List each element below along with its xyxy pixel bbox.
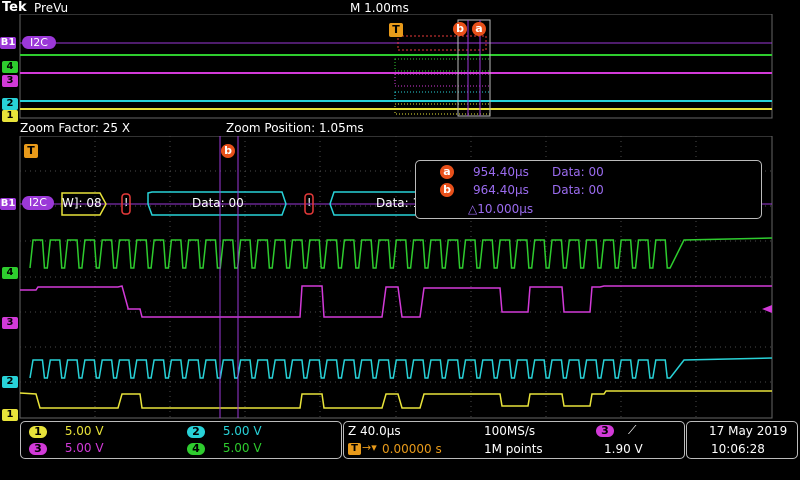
readout-cursor-b-time: 964.40µs <box>473 183 529 197</box>
datetime-panel[interactable]: 17 May 2019 10:06:28 <box>686 421 798 459</box>
overview-ch2-marker[interactable]: 2 <box>2 98 18 110</box>
ch1-scale[interactable]: 1 5.00 V <box>29 424 104 438</box>
overview-ch4-marker[interactable]: 4 <box>2 61 18 73</box>
overview-ch3-marker[interactable]: 3 <box>2 75 18 87</box>
timebase-readout: M 1.00ms <box>350 1 409 15</box>
zoom-ch4-marker[interactable]: 4 <box>2 267 18 279</box>
zoom-bus-label: I2C <box>22 196 54 210</box>
readout-cursor-b-icon: b <box>440 183 454 197</box>
zoom-packet-error-2: ! <box>307 196 312 209</box>
date-readout: 17 May 2019 <box>709 424 788 438</box>
zoom-ch3-marker[interactable]: 3 <box>2 317 18 329</box>
zoom-packet-data-2: Data: 1 <box>376 196 421 210</box>
ch3-icon: 3 <box>29 443 47 455</box>
overview-bus-channel-chip[interactable]: B1 <box>0 37 16 49</box>
overview-cursor-b-marker[interactable]: b <box>453 22 467 36</box>
overview-trigger-marker[interactable]: T <box>389 23 403 37</box>
ch3-scale-value: 5.00 V <box>64 441 104 455</box>
trigger-delay: 0.00000 s <box>382 442 442 456</box>
trigger-level: 1.90 V <box>604 442 643 456</box>
readout-cursor-a-icon: a <box>440 165 454 179</box>
mode-label: PreVu <box>34 1 69 15</box>
trigger-source-icon: 3 <box>596 425 614 437</box>
overview-cursor-a-marker[interactable]: a <box>472 22 486 36</box>
time-readout: 10:06:28 <box>711 442 765 456</box>
readout-delta-time: △10.000µs <box>468 202 534 216</box>
zoom-packet-error-1: ! <box>124 196 129 209</box>
brand-logo: Tek <box>2 0 27 15</box>
channel-scales-panel[interactable]: 1 5.00 V 2 5.00 V 3 5.00 V 4 5.00 V <box>20 421 342 459</box>
zoom-position: Zoom Position: 1.05ms <box>226 121 364 135</box>
readout-cursor-a-time: 954.40µs <box>473 165 529 179</box>
zoom-ch1-marker[interactable]: 1 <box>2 409 18 421</box>
acquisition-panel[interactable]: Z 40.0µs 100MS/s T →▾ 0.00000 s 1M point… <box>343 421 685 459</box>
cursor-readout-panel[interactable]: a 954.40µs Data: 00 b 964.40µs Data: 00 … <box>415 160 762 219</box>
zoom-time-per-div: Z 40.0µs <box>348 424 401 438</box>
zoom-packet-address: W]: 08 <box>62 196 102 210</box>
trigger-slope-icon: ⟋ <box>628 423 637 437</box>
ch2-icon: 2 <box>187 426 205 438</box>
ch3-scale[interactable]: 3 5.00 V <box>29 441 104 455</box>
record-length: 1M points <box>484 442 543 456</box>
ch1-scale-value: 5.00 V <box>64 424 104 438</box>
sample-rate: 100MS/s <box>484 424 536 438</box>
zoom-cursor-b-marker[interactable]: b <box>221 144 235 158</box>
zoom-packet-data-1: Data: 00 <box>192 196 244 210</box>
trigger-delay-arrow-icon: →▾ <box>362 441 377 454</box>
zoom-ch2-marker[interactable]: 2 <box>2 376 18 388</box>
zoom-factor: Zoom Factor: 25 X <box>20 121 131 135</box>
readout-cursor-b-data: Data: 00 <box>552 183 604 197</box>
ch4-icon: 4 <box>187 443 205 455</box>
ch1-icon: 1 <box>29 426 47 438</box>
overview-ch1-marker[interactable]: 1 <box>2 110 18 122</box>
ch4-scale[interactable]: 4 5.00 V <box>187 441 262 455</box>
zoom-trigger-marker[interactable]: T <box>24 144 38 158</box>
overview-bus-label: I2C <box>22 36 56 49</box>
ch4-scale-value: 5.00 V <box>222 441 262 455</box>
trigger-delay-icon: T <box>348 443 361 455</box>
zoom-bus-channel-chip[interactable]: B1 <box>0 198 16 210</box>
ch2-scale-value: 5.00 V <box>222 424 262 438</box>
ch2-scale[interactable]: 2 5.00 V <box>187 424 262 438</box>
readout-cursor-a-data: Data: 00 <box>552 165 604 179</box>
